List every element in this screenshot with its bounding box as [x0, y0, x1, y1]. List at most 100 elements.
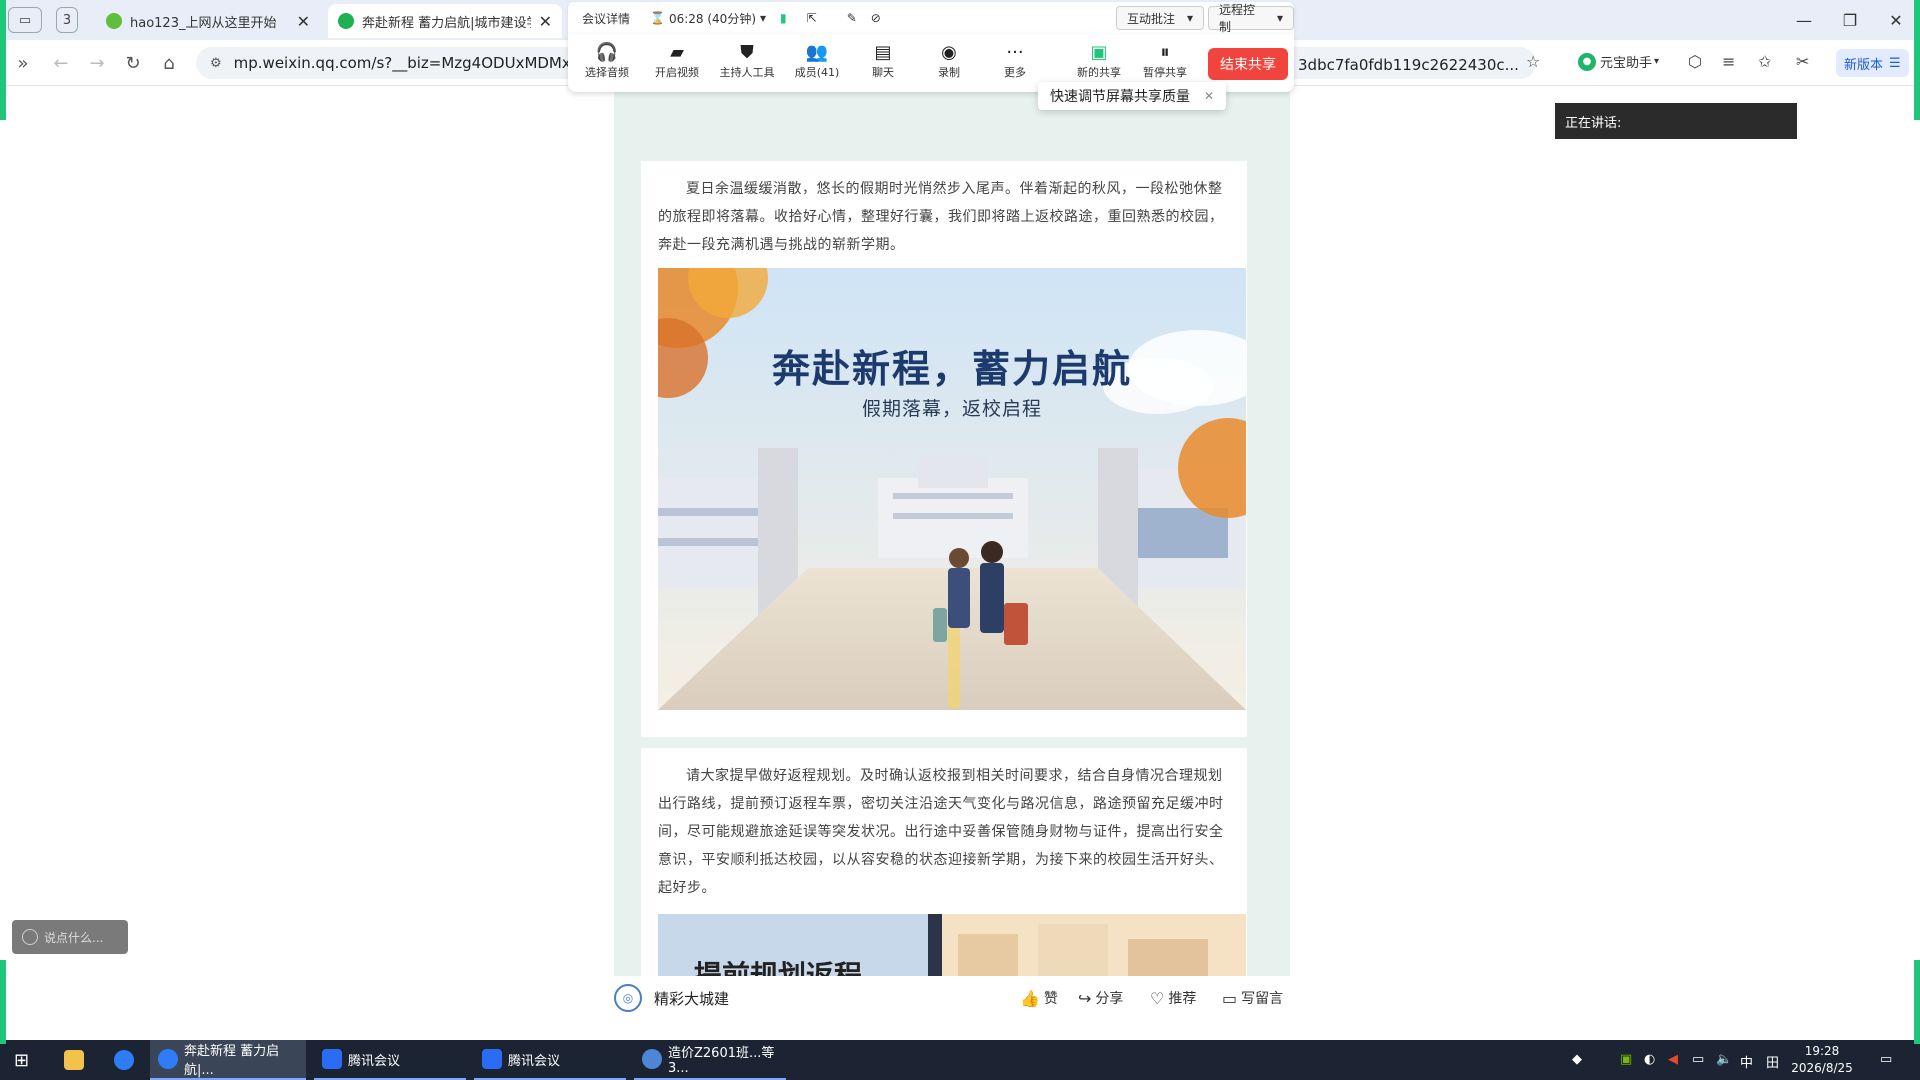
annotation-icon[interactable]: ✎: [847, 11, 857, 25]
share-screen-icon: ▣: [1090, 42, 1108, 63]
recommend-button[interactable]: ♡ 推荐: [1150, 988, 1196, 1008]
share-arrow-icon: ↪: [1078, 988, 1092, 1008]
comment-icon: ▭: [1222, 988, 1238, 1008]
reading-list-icon[interactable]: ≡: [1722, 52, 1735, 71]
volume-icon[interactable]: 🔈: [1716, 1052, 1732, 1067]
close-tab-icon[interactable]: ✕: [539, 12, 552, 31]
members-icon: 👥: [805, 42, 829, 63]
speaking-indicator: 正在讲话:: [1555, 103, 1797, 139]
tab-article[interactable]: 奔赴新程 蓄力启航|城市建设学院 ✕: [328, 4, 562, 38]
assistant-button[interactable]: ● 元宝助手 ▾: [1578, 52, 1659, 71]
members-button[interactable]: 👥 成员(41): [788, 42, 846, 80]
timer[interactable]: ⌛ 06:28 (40分钟) ▾: [650, 10, 766, 27]
taskbar-item-article[interactable]: 奔赴新程 蓄力启航|...: [150, 1040, 306, 1080]
audio-warning-icon[interactable]: ◀: [1668, 1052, 1678, 1067]
host-tools-button[interactable]: ⛊ 主持人工具: [718, 42, 776, 80]
more-icon: ···: [1006, 42, 1024, 63]
select-audio-button[interactable]: 🎧 选择音频: [578, 42, 636, 80]
folder-icon: [64, 1050, 84, 1070]
meeting-details-link[interactable]: 会议详情: [582, 10, 630, 27]
shield-icon: ⛊: [740, 42, 754, 63]
new-version-button[interactable]: 新版本 ☰: [1836, 49, 1909, 77]
tab-title: hao123_上网从这里开始: [130, 15, 277, 31]
reload-icon[interactable]: ↻: [120, 50, 146, 76]
record-icon: ◉: [941, 42, 957, 63]
extensions-icon[interactable]: ⬡: [1688, 52, 1702, 71]
ime-indicator[interactable]: 中: [1740, 1052, 1753, 1071]
browser-icon: [114, 1050, 134, 1070]
restore-icon[interactable]: ❐: [1830, 6, 1870, 34]
paragraph: 夏日余温缓缓消散，悠长的假期时光悄然步入尾声。伴着渐起的秋风，一段松弛休整的旅程…: [658, 181, 1224, 253]
file-explorer-button[interactable]: [56, 1040, 92, 1080]
url-text: mp.weixin.qq.com/s?__biz=Mzg4ODUxMDMxMw=: [233, 54, 609, 72]
new-share-button[interactable]: ▣ 新的共享: [1070, 42, 1128, 80]
start-button[interactable]: ⊞: [6, 1040, 42, 1080]
hao123-favicon-icon: [106, 13, 122, 29]
browser-taskbar-button[interactable]: [106, 1040, 142, 1080]
account-name[interactable]: 精彩大城建: [654, 988, 729, 1009]
clock[interactable]: 19:28 2026/8/25: [1790, 1043, 1854, 1077]
comment-button[interactable]: ▭ 写留言: [1222, 988, 1283, 1008]
share-border-right: [1914, 0, 1920, 120]
second-image-title: 提前规划返程: [694, 959, 863, 976]
share-border-left-bottom: [0, 960, 6, 1044]
hourglass-icon: ⌛: [650, 11, 665, 25]
sidebar-toggle-icon[interactable]: »: [10, 50, 36, 76]
favorites-icon[interactable]: ✩: [1758, 52, 1771, 71]
thumbs-up-icon: 👍: [1020, 988, 1040, 1008]
network-icon[interactable]: ▭: [1692, 1052, 1704, 1067]
hide-icon[interactable]: ⊘: [871, 11, 881, 25]
taskbar-item-meeting-1[interactable]: 腾讯会议: [314, 1040, 466, 1080]
remote-control-button[interactable]: 远程控制 ▾: [1208, 3, 1294, 34]
start-video-button[interactable]: ▰ 开启视频: [648, 42, 706, 80]
pause-share-button[interactable]: ⏸ 暂停共享: [1136, 42, 1194, 80]
home-icon[interactable]: ⌂: [156, 50, 182, 76]
second-image: 提前规划返程: [658, 914, 1246, 976]
paragraph: 请大家提早做好返程规划。及时确认返校报到相关时间要求，结合自身情况合理规划出行路…: [658, 768, 1224, 896]
assistant-icon: ●: [1578, 52, 1596, 71]
ime-mode-icon[interactable]: 田: [1766, 1052, 1779, 1071]
browser-tray-icon[interactable]: ◐: [1644, 1052, 1655, 1067]
forward-icon[interactable]: →: [84, 50, 110, 76]
chat-button[interactable]: ▤ 聊天: [854, 42, 912, 80]
chevron-down-icon: ▾: [1654, 56, 1660, 67]
interactive-annotation-button[interactable]: 互动批注 ▾: [1116, 6, 1205, 30]
tab-title: 奔赴新程 蓄力启航|城市建设学院: [362, 15, 531, 31]
chat-input[interactable]: 说点什么...: [12, 920, 128, 954]
more-button[interactable]: ··· 更多: [986, 42, 1044, 80]
video-off-icon: ▰: [670, 42, 684, 63]
url-text-right: 3dbc7fa0fdb119c2622430c...: [1298, 56, 1519, 74]
nvidia-tray-icon[interactable]: ▣: [1620, 1052, 1632, 1067]
article-card: 请大家提早做好返程规划。及时确认返校报到相关时间要求，结合自身情况合理规划出行路…: [641, 748, 1247, 976]
tencent-meeting-icon: [482, 1049, 502, 1069]
record-button[interactable]: ◉ 录制: [920, 42, 978, 80]
group-avatar-icon: [642, 1049, 662, 1069]
taskbar-item-meeting-2[interactable]: 腾讯会议: [474, 1040, 626, 1080]
chevron-down-icon: ▾: [1276, 11, 1283, 25]
popout-icon[interactable]: ⇱: [807, 11, 817, 25]
tab-menu-icon[interactable]: ▭: [8, 7, 42, 33]
wechat-favicon-icon: [338, 13, 354, 29]
screenshot-icon[interactable]: ✂: [1796, 52, 1809, 71]
back-icon[interactable]: ←: [48, 50, 74, 76]
site-info-icon[interactable]: ⚙: [210, 56, 222, 71]
browser-icon: [158, 1049, 178, 1069]
account-logo-icon[interactable]: ◎: [614, 984, 642, 1012]
bookmark-star-icon[interactable]: ☆: [1526, 52, 1540, 71]
like-button[interactable]: 👍 赞: [1020, 988, 1058, 1008]
taskbar-item-class-chat[interactable]: 造价Z2601班...等3...: [634, 1040, 786, 1080]
share-quality-tooltip: 快速调节屏幕共享质量 ✕: [1038, 82, 1227, 110]
share-button[interactable]: ↪ 分享: [1078, 988, 1123, 1008]
share-border-right-bottom: [1914, 960, 1920, 1044]
minimize-icon[interactable]: —: [1784, 6, 1824, 34]
tab-hao123[interactable]: hao123_上网从这里开始 ✕: [96, 4, 320, 38]
meeting-tray-icon[interactable]: ◆: [1572, 1052, 1582, 1067]
notification-icon[interactable]: ▭: [1880, 1052, 1892, 1067]
hero-subtitle: 假期落幕，返校启程: [861, 398, 1042, 420]
chevron-down-icon: ▾: [1187, 11, 1194, 25]
close-tooltip-icon[interactable]: ✕: [1204, 89, 1214, 103]
tab-count-button[interactable]: 3: [56, 7, 78, 33]
end-share-button[interactable]: 结束共享: [1208, 48, 1288, 80]
close-window-icon[interactable]: ✕: [1876, 6, 1916, 34]
close-tab-icon[interactable]: ✕: [297, 12, 310, 31]
